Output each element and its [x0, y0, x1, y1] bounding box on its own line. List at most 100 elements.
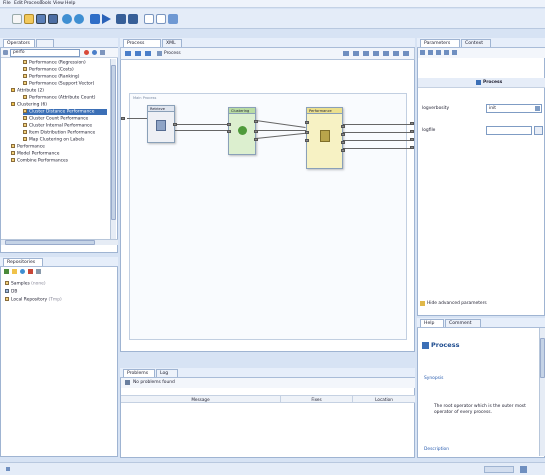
tab-repositories[interactable]: Repositories: [3, 258, 43, 266]
output-port[interactable]: [341, 149, 345, 152]
save-icon[interactable]: [36, 14, 46, 24]
tree-item-item-distribution-performance[interactable]: Item Distribution Performance: [23, 130, 95, 136]
input-port[interactable]: [121, 117, 125, 120]
tree-item-performance-attribute-count[interactable]: Performance (Attribute Count): [23, 95, 95, 101]
menu-help[interactable]: Help: [65, 1, 75, 6]
zoom-icon[interactable]: [363, 51, 369, 56]
repo-item-local-repository[interactable]: Local Repository (Tmp): [5, 297, 62, 303]
tree-folder-clustering[interactable]: Clustering (6): [11, 102, 47, 108]
result-port[interactable]: [410, 138, 414, 141]
param-tool-icon[interactable]: [436, 50, 441, 55]
play-icon[interactable]: [102, 14, 111, 24]
clear-search-icon[interactable]: [84, 50, 89, 55]
operators-scrollbar[interactable]: [110, 59, 116, 239]
help-scrollbar[interactable]: [539, 328, 545, 456]
output-port[interactable]: [173, 123, 177, 126]
tab-process[interactable]: Process: [123, 39, 161, 47]
layout-icon[interactable]: [353, 51, 359, 56]
tab-help[interactable]: Help: [420, 319, 444, 327]
operator-clustering[interactable]: Clustering: [227, 107, 258, 155]
tree-item-cluster-distance-performance[interactable]: Cluster Distance Performance: [23, 109, 107, 115]
expert-mode-row[interactable]: Hide advanced parameters: [420, 300, 544, 308]
save-as-icon[interactable]: [48, 14, 58, 24]
tree-item-performance[interactable]: Performance: [11, 144, 45, 150]
connection-wire[interactable]: [127, 118, 148, 119]
pause-icon[interactable]: [128, 14, 138, 24]
param-tool-icon[interactable]: [420, 50, 425, 55]
input-port[interactable]: [305, 131, 309, 134]
connection-wire[interactable]: [343, 132, 410, 133]
param-tool-icon[interactable]: [452, 50, 457, 55]
chevron-down-icon[interactable]: [535, 106, 540, 111]
auto-wire-icon[interactable]: [343, 51, 349, 56]
scrollbar-thumb[interactable]: [111, 65, 116, 220]
connection-wire[interactable]: [343, 124, 410, 125]
output-port[interactable]: [341, 141, 345, 144]
settings-icon[interactable]: [36, 269, 41, 274]
tree-item-performance-costs[interactable]: Performance (Costs): [23, 67, 74, 73]
menu-tools[interactable]: Tools: [40, 1, 51, 6]
param-logfile-input[interactable]: [486, 126, 532, 135]
help-search-icon[interactable]: [92, 50, 97, 55]
param-tool-icon[interactable]: [444, 50, 449, 55]
operator-retrieve[interactable]: Retrieve: [147, 105, 177, 143]
delete-icon[interactable]: [28, 269, 33, 274]
connection-wire[interactable]: [343, 148, 410, 149]
tree-item-performance-support-vector[interactable]: Performance (Support Vector): [23, 81, 94, 87]
connection-wire[interactable]: [343, 140, 410, 141]
input-port[interactable]: [227, 123, 231, 126]
order-icon[interactable]: [383, 51, 389, 56]
scrollbar-thumb[interactable]: [5, 240, 95, 245]
repo-item-db[interactable]: DB: [5, 289, 17, 295]
open-icon[interactable]: [24, 14, 34, 24]
tree-item-combine-performances[interactable]: Combine Performances: [11, 158, 68, 164]
column-fixes[interactable]: Fixes: [281, 396, 353, 403]
tree-item-model-performance[interactable]: Model Performance: [11, 151, 59, 157]
result-port[interactable]: [410, 130, 414, 133]
process-canvas[interactable]: Main Process Retrieve Clustering Perform…: [120, 60, 415, 352]
param-logverbosity-select[interactable]: init: [486, 104, 542, 113]
memory-indicator[interactable]: [484, 466, 514, 473]
output-port[interactable]: [254, 120, 258, 123]
help-synopsis-heading[interactable]: Synopsis: [424, 376, 443, 381]
output-port[interactable]: [341, 125, 345, 128]
scrollbar-thumb[interactable]: [540, 338, 545, 378]
tab-problems[interactable]: Problems: [123, 369, 155, 377]
menu-view[interactable]: View: [53, 1, 64, 6]
tree-folder-attribute[interactable]: Attribute (2): [11, 88, 44, 94]
up-icon[interactable]: [145, 51, 151, 56]
arrange-icon[interactable]: [373, 51, 379, 56]
help-icon[interactable]: [168, 14, 178, 24]
result-port[interactable]: [410, 146, 414, 149]
redo-icon[interactable]: [74, 14, 84, 24]
tab-parameters[interactable]: Parameters: [420, 39, 460, 47]
undo-icon[interactable]: [62, 14, 72, 24]
refresh-icon[interactable]: [20, 269, 25, 274]
input-port[interactable]: [305, 139, 309, 142]
filter-icon[interactable]: [3, 50, 8, 55]
repo-item-samples[interactable]: Samples (none): [5, 281, 46, 287]
perspective-icon[interactable]: [144, 14, 154, 24]
status-icon[interactable]: [520, 466, 527, 473]
tree-item-map-clustering-on-labels[interactable]: Map Clustering on Labels: [23, 137, 84, 143]
new-icon[interactable]: [12, 14, 22, 24]
tab-log[interactable]: Log: [156, 369, 178, 377]
param-tool-icon[interactable]: [428, 50, 433, 55]
result-port[interactable]: [410, 122, 414, 125]
tab-xml[interactable]: XML: [162, 39, 182, 47]
tree-item-performance-regression[interactable]: Performance (Regression): [23, 60, 86, 66]
tree-item-performance-ranking[interactable]: Performance (Ranking): [23, 74, 79, 80]
help-description-heading[interactable]: Description: [424, 447, 449, 452]
log-icon[interactable]: [156, 14, 166, 24]
output-port[interactable]: [254, 138, 258, 141]
operators-h-scrollbar[interactable]: [1, 239, 118, 245]
connection-wire[interactable]: [175, 124, 229, 125]
tab-comment[interactable]: Comment: [445, 319, 481, 327]
options-icon[interactable]: [100, 50, 105, 55]
view-options-icon[interactable]: [393, 51, 399, 56]
edit-icon[interactable]: [403, 51, 409, 56]
output-port[interactable]: [254, 130, 258, 133]
operator-performance[interactable]: Performance: [305, 107, 345, 169]
menu-file[interactable]: File: [3, 1, 11, 6]
file-chooser-button[interactable]: [534, 126, 543, 135]
